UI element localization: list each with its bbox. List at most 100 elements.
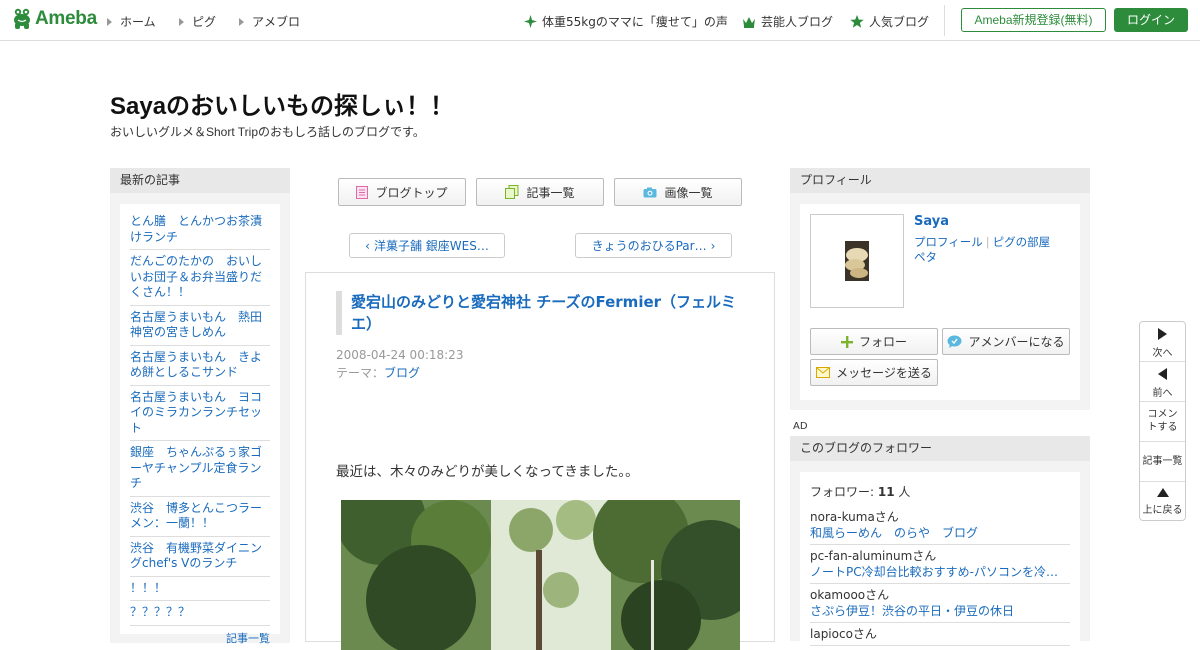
follower-count-value: 11 [877,485,895,499]
article-date: 2008-04-24 00:18:23 [336,348,464,362]
caret-right-icon [179,17,184,26]
header-link-topic[interactable]: 体重55kgのママに「痩せて」の声 [524,13,728,30]
documents-icon [505,185,519,199]
chevron-left-icon: ‹ [365,238,370,253]
article-list-button[interactable]: 記事一覧 [476,178,604,206]
theme-link[interactable]: ブログ [384,366,420,380]
recent-post-link[interactable]: 名古屋うまいもん きよめ餅としるこサンド [130,348,270,386]
article-card: 愛宕山のみどりと愛宕神社 チーズのFermier（フェルミエ） 2008-04-… [305,272,775,650]
header-link-popular[interactable]: 人気ブログ [850,13,929,30]
follower-item: pc-fan-aluminumさん ノートPC冷却台比較おすすめ-パソコンを冷… [810,545,1070,584]
recent-post-link[interactable]: 渋谷 有機野菜ダイニングchef's Vのランチ [130,539,270,577]
profile-name[interactable]: Saya [914,214,949,229]
floating-nav: 次へ 前へ コメントする 記事一覧 上に戻る [1139,321,1186,521]
follower-user: okamoooさん [810,588,890,602]
recent-post-link[interactable]: 銀座 ちゃんぷるぅ家ゴーヤチャンプル定食ランチ [130,443,270,497]
float-next-label: 次へ [1152,348,1173,359]
amember-button[interactable]: アメンバーになる [942,328,1070,355]
article-body-text: 最近は、木々のみどりが美しくなってきました。。 [336,464,639,480]
follower-count-unit: 人 [898,485,911,499]
pigg-room-link[interactable]: ピグの部屋 [993,235,1051,249]
send-message-button[interactable]: メッセージを送る [810,359,938,386]
prev-article-button[interactable]: ‹ 洋菓子舗 銀座WES… [349,233,505,258]
follower-blog-link[interactable]: 和風らーめん のらや ブログ [810,526,978,540]
blog-top-button[interactable]: ブログトップ [338,178,466,206]
login-button[interactable]: ログイン [1114,8,1188,32]
recent-more-link[interactable]: 記事一覧 [130,630,270,646]
next-article-button[interactable]: きょうのおひるPar… › [575,233,732,258]
ameba-logo[interactable]: Ameba [12,8,97,30]
ad-label: AD [793,421,808,432]
envelope-icon [816,367,831,378]
profile-card: Saya プロフィール | ピグの部屋 ペタ フォロー アメンバーになる メッセージ… [800,204,1080,400]
float-prev-button[interactable]: 前へ [1140,362,1185,402]
header-link-celeb-label: 芸能人ブログ [761,15,834,29]
recent-post-link[interactable]: ？？？？？ [130,603,270,626]
prev-article-label: 洋菓子舗 銀座WES… [373,239,489,253]
avatar[interactable] [810,214,904,308]
green-sparkle-icon [524,15,537,28]
float-list-button[interactable]: 記事一覧 [1140,442,1185,482]
nav-home-label: ホーム [120,15,156,29]
float-comment-button[interactable]: コメントする [1140,402,1185,442]
plus-icon [840,335,853,348]
trees-photo-illustration [341,500,740,650]
recent-post-link[interactable]: ！！！ [130,579,270,601]
brand-name: Ameba [35,8,97,29]
float-prev-label: 前へ [1152,388,1173,399]
followers-list: フォロワー: 11 人 nora-kumaさん 和風らーめん のらや ブログ p… [800,472,1080,646]
followers-heading: このブログのフォロワー [790,436,1090,461]
nav-pigg-label: ピグ [192,15,217,29]
caret-right-icon [239,17,244,26]
follow-button[interactable]: フォロー [810,328,938,355]
follower-item: lapiocoさん [810,623,1070,646]
nav-ameblo[interactable]: アメブロ [239,13,300,30]
header-divider [944,5,945,36]
article-list-label: 記事一覧 [526,185,575,200]
follower-blog-link[interactable]: ノートPC冷却台比較おすすめ-パソコンを冷… [810,565,1058,579]
recent-post-link[interactable]: とん膳 とんかつお茶漬けランチ [130,212,270,250]
recent-post-link[interactable]: 名古屋うまいもん ヨコイのミラカンランチセット [130,388,270,441]
recent-post-link[interactable]: 渋谷 博多とんこつラーメン：一蘭！！ [130,499,270,537]
follower-count: フォロワー: 11 人 [810,482,1070,500]
amember-label: アメンバーになる [968,335,1065,349]
article-photo[interactable] [341,500,740,650]
follower-blog-link[interactable]: さぷら伊豆！渋谷の平日・伊豆の休日 [810,604,1014,618]
float-top-button[interactable]: 上に戻る [1140,482,1185,520]
profile-links: プロフィール | ピグの部屋 ペタ [914,235,1074,265]
profile-link[interactable]: プロフィール [914,235,983,249]
play-right-icon [1158,328,1167,340]
nav-ameblo-label: アメブロ [252,15,301,29]
play-left-icon [1158,368,1167,380]
theme-label: テーマ： [336,366,385,380]
article-title[interactable]: 愛宕山のみどりと愛宕神社 チーズのFermier（フェルミエ） [336,291,746,335]
recent-posts-list: とん膳 とんかつお茶漬けランチ だんごのたかの おいしいお団子＆お弁当盛りだくさ… [120,204,280,645]
link-separator: | [985,235,990,249]
recent-post-link[interactable]: 名古屋うまいもん 熱田神宮の宮きしめん [130,308,270,346]
header-link-celeb[interactable]: 芸能人ブログ [742,13,833,30]
send-message-label: メッセージを送る [836,366,932,380]
blog-title[interactable]: Sayaのおいしいもの探しぃ！！ [110,86,454,121]
arrow-up-icon [1156,488,1169,497]
follower-item: nora-kumaさん 和風らーめん のらや ブログ [810,506,1070,545]
float-next-button[interactable]: 次へ [1140,322,1185,362]
recent-post-link[interactable]: だんごのたかの おいしいお団子＆お弁当盛りだくさん！！ [130,252,270,306]
follower-user: nora-kumaさん [810,510,899,524]
header-link-topic-label: 体重55kgのママに「痩せて」の声 [542,15,728,29]
nav-home[interactable]: ホーム [107,13,156,30]
recent-posts-heading: 最新の記事 [110,168,290,193]
image-list-button[interactable]: 画像一覧 [614,178,742,206]
peta-link[interactable]: ペタ [914,250,937,264]
nav-pigg[interactable]: ピグ [179,13,216,30]
avatar-food-image [845,241,869,281]
follower-user: lapiocoさん [810,627,877,641]
article-theme: テーマ：ブログ [336,364,420,381]
register-button[interactable]: Ameba新規登録(無料) [961,8,1106,32]
profile-heading: プロフィール [790,168,1090,193]
follower-count-label: フォロワー: [810,485,875,499]
ameba-frog-icon [14,8,30,29]
blog-description: おいしいグルメ＆Short Tripのおもしろ話しのブログです。 [110,125,425,139]
follower-user: pc-fan-aluminumさん [810,549,937,563]
star-icon [850,15,864,28]
blog-top-label: ブログトップ [375,185,448,200]
